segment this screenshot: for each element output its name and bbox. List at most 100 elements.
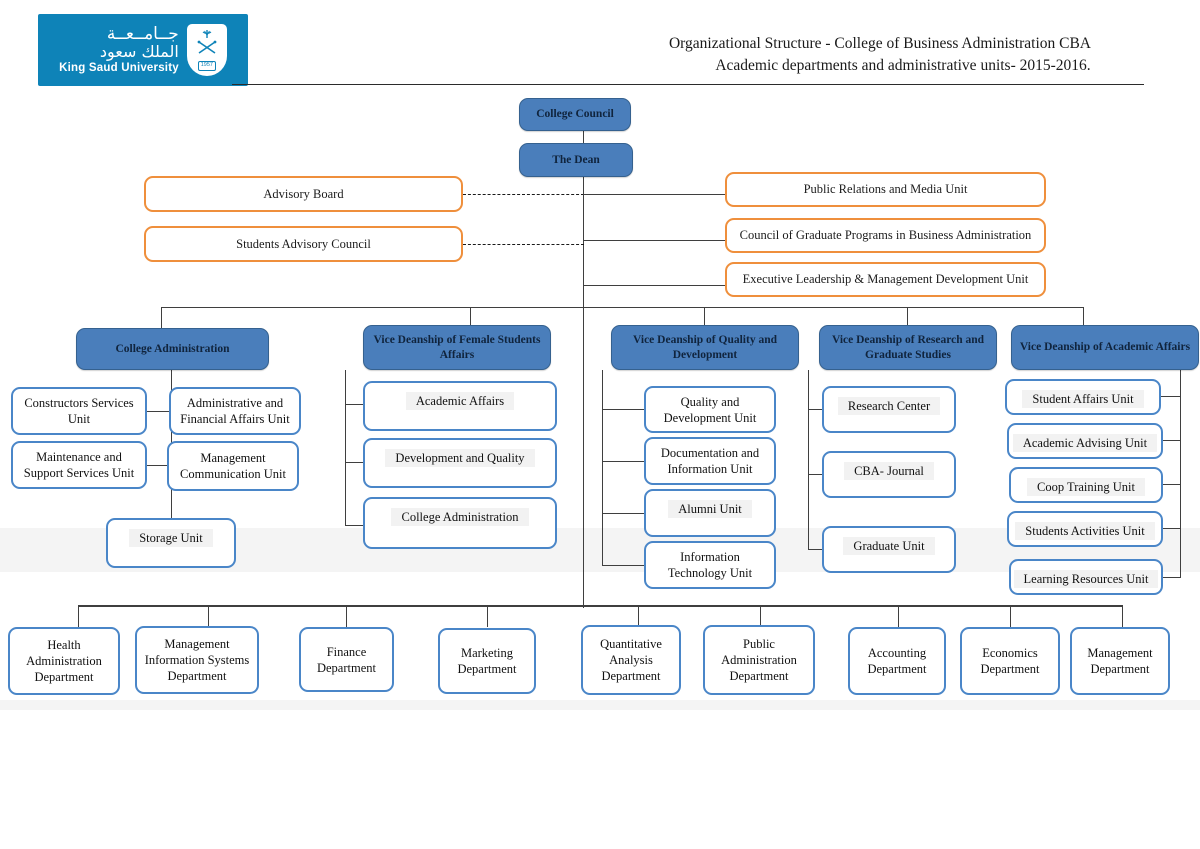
connector-dept-drop-5: [638, 605, 640, 627]
connector-academic-spine: [1180, 370, 1182, 578]
connector-advisory-board-dashed: [463, 194, 584, 195]
node-coop-training-unit[interactable]: Coop Training Unit: [1009, 467, 1163, 503]
node-quality-development-unit-label: Quality and Development Unit: [663, 394, 757, 425]
node-cba-journal-label: CBA- Journal: [844, 462, 934, 480]
node-college-council[interactable]: College Council: [519, 98, 631, 131]
org-chart-page: جــامــعــة الملك سعود King Saud Univers…: [0, 0, 1200, 849]
node-vice-deanship-female-students-head[interactable]: Vice Deanship of Female Students Affairs: [363, 325, 551, 370]
node-advisory-board[interactable]: Advisory Board: [144, 176, 463, 212]
node-economics-department-label: Economics Department: [980, 646, 1040, 676]
connector-dept-drop-7: [898, 605, 900, 627]
node-quantitative-analysis-department-label: Quantitative Analysis Department: [600, 637, 662, 683]
page-title-line1: Organizational Structure - College of Bu…: [668, 35, 1092, 52]
node-administrative-financial-affairs-unit-label: Administrative and Financial Affairs Uni…: [180, 396, 290, 426]
node-council-graduate-programs[interactable]: Council of Graduate Programs in Business…: [725, 218, 1046, 253]
node-research-center-label: Research Center: [837, 397, 941, 415]
connector-executive-leadership: [583, 285, 725, 287]
connector-drop-college-administration: [161, 307, 163, 328]
node-vice-deanship-quality-head[interactable]: Vice Deanship of Quality and Development: [611, 325, 799, 370]
node-student-affairs-unit[interactable]: Student Affairs Unit: [1005, 379, 1161, 415]
node-quantitative-analysis-department[interactable]: Quantitative Analysis Department: [581, 625, 681, 695]
connector-quality-row2: [602, 461, 644, 463]
node-academic-advising-unit[interactable]: Academic Advising Unit: [1007, 423, 1163, 459]
node-public-administration-department[interactable]: Public Administration Department: [703, 625, 815, 695]
node-storage-unit-label: Storage Unit: [129, 529, 213, 547]
connector-public-relations: [583, 194, 725, 196]
node-alumni-unit[interactable]: Alumni Unit: [644, 489, 776, 537]
connector-research-row3: [808, 549, 822, 551]
node-college-administration-head[interactable]: College Administration: [76, 328, 269, 370]
node-vice-deanship-research-head[interactable]: Vice Deanship of Research and Graduate S…: [819, 325, 997, 370]
logo-english-name: King Saud University: [59, 61, 179, 74]
connector-academic-row4: [1161, 528, 1181, 530]
node-female-college-administration[interactable]: College Administration: [363, 497, 557, 549]
node-management-communication-unit[interactable]: Management Communication Unit: [167, 441, 299, 491]
university-crest-icon: 1957: [186, 24, 227, 76]
node-cba-journal[interactable]: CBA- Journal: [822, 451, 956, 498]
node-council-graduate-programs-label: Council of Graduate Programs in Business…: [739, 228, 1032, 242]
node-female-college-administration-label: College Administration: [391, 508, 529, 526]
node-marketing-department[interactable]: Marketing Department: [438, 628, 536, 694]
logo-arabic-line2: الملك سعود: [99, 41, 179, 61]
connector-research-row2: [808, 474, 822, 476]
node-vice-deanship-research-head-label: Vice Deanship of Research and Graduate S…: [831, 333, 985, 361]
node-advisory-board-label: Advisory Board: [263, 186, 344, 201]
node-students-advisory-council-label: Students Advisory Council: [236, 236, 371, 251]
node-the-dean[interactable]: The Dean: [519, 143, 633, 177]
node-research-center[interactable]: Research Center: [822, 386, 956, 433]
connector-dean-spine: [583, 130, 585, 608]
node-female-development-quality[interactable]: Development and Quality: [363, 438, 557, 488]
node-constructors-services-unit[interactable]: Constructors Services Unit: [11, 387, 147, 435]
node-executive-leadership-unit[interactable]: Executive Leadership & Management Develo…: [725, 262, 1046, 297]
node-management-information-systems-department-label: Management Information Systems Departmen…: [144, 637, 250, 683]
node-accounting-department[interactable]: Accounting Department: [848, 627, 946, 695]
node-health-administration-department-label: Health Administration Department: [26, 638, 102, 684]
node-executive-leadership-unit-label: Executive Leadership & Management Develo…: [742, 272, 1029, 286]
node-administrative-financial-affairs-unit[interactable]: Administrative and Financial Affairs Uni…: [169, 387, 301, 435]
connector-dept-drop-1: [78, 605, 80, 627]
connector-academic-row5: [1161, 577, 1181, 579]
node-maintenance-support-services-unit[interactable]: Maintenance and Support Services Unit: [11, 441, 147, 489]
node-female-academic-affairs-label: Academic Affairs: [405, 392, 515, 410]
connector-female-row3: [345, 525, 363, 527]
node-female-academic-affairs[interactable]: Academic Affairs: [363, 381, 557, 431]
connector-quality-row4: [602, 565, 644, 567]
connector-research-row1: [808, 409, 822, 411]
node-graduate-unit-label: Graduate Unit: [843, 537, 935, 555]
connector-dept-drop-4: [487, 605, 489, 627]
node-academic-advising-unit-label: Academic Advising Unit: [1012, 434, 1158, 452]
node-finance-department[interactable]: Finance Department: [299, 627, 394, 692]
node-vice-deanship-academic-head[interactable]: Vice Deanship of Academic Affairs: [1011, 325, 1199, 370]
node-students-advisory-council[interactable]: Students Advisory Council: [144, 226, 463, 262]
connector-dept-drop-6: [760, 605, 762, 627]
node-learning-resources-unit[interactable]: Learning Resources Unit: [1009, 559, 1163, 595]
node-students-activities-unit[interactable]: Students Activities Unit: [1007, 511, 1163, 547]
node-alumni-unit-label: Alumni Unit: [668, 500, 752, 518]
connector-academic-row1: [1161, 396, 1181, 398]
connector-dept-drop-2: [208, 605, 210, 627]
node-coop-training-unit-label: Coop Training Unit: [1027, 478, 1145, 496]
king-saud-university-logo: جــامــعــة الملك سعود King Saud Univers…: [38, 14, 248, 86]
connector-quality-row1: [602, 409, 644, 411]
node-documentation-information-unit[interactable]: Documentation and Information Unit: [644, 437, 776, 485]
node-management-information-systems-department[interactable]: Management Information Systems Departmen…: [135, 626, 259, 694]
page-title-line2: Academic departments and administrative …: [715, 57, 1091, 75]
node-storage-unit[interactable]: Storage Unit: [106, 518, 236, 568]
node-quality-development-unit[interactable]: Quality and Development Unit: [644, 386, 776, 433]
connector-main-bus: [161, 307, 1083, 309]
node-health-administration-department[interactable]: Health Administration Department: [8, 627, 120, 695]
node-information-technology-unit[interactable]: Information Technology Unit: [644, 541, 776, 589]
node-female-development-quality-label: Development and Quality: [385, 449, 535, 467]
node-vice-deanship-academic-head-label: Vice Deanship of Academic Affairs: [1019, 341, 1191, 354]
node-finance-department-label: Finance Department: [316, 644, 376, 675]
node-college-administration-head-label: College Administration: [115, 342, 230, 355]
node-public-relations-media-unit-label: Public Relations and Media Unit: [803, 182, 968, 196]
node-economics-department[interactable]: Economics Department: [960, 627, 1060, 695]
node-documentation-information-unit-label: Documentation and Information Unit: [660, 446, 760, 476]
node-vice-deanship-quality-head-label: Vice Deanship of Quality and Development: [633, 333, 777, 361]
node-marketing-department-label: Marketing Department: [457, 646, 517, 676]
node-management-department[interactable]: Management Department: [1070, 627, 1170, 695]
node-public-relations-media-unit[interactable]: Public Relations and Media Unit: [725, 172, 1046, 207]
connector-research-spine: [808, 370, 810, 550]
node-graduate-unit[interactable]: Graduate Unit: [822, 526, 956, 573]
